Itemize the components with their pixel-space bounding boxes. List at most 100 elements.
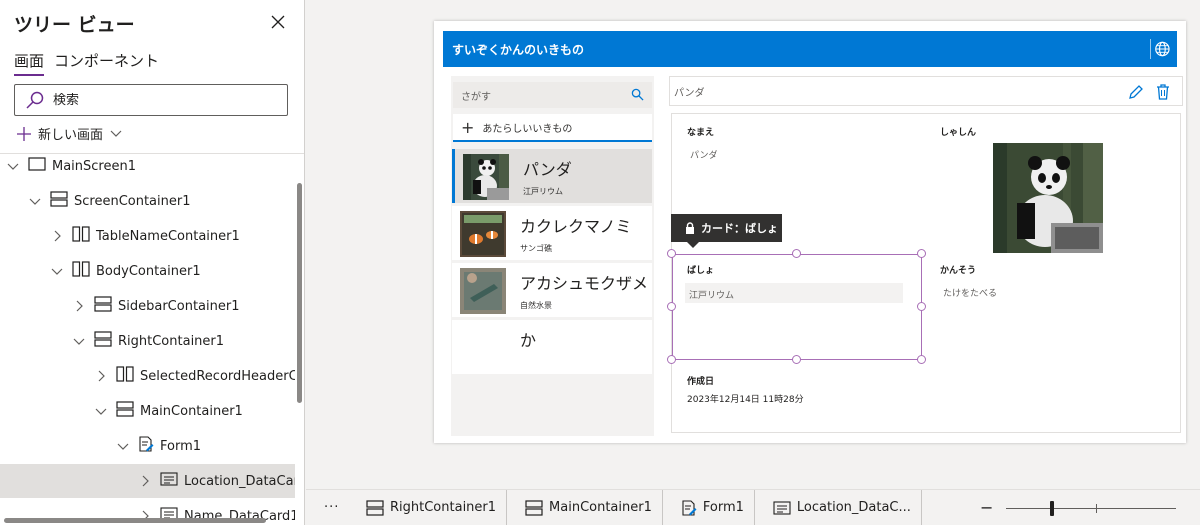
new-screen-label: 新しい画面 <box>38 128 104 143</box>
list-item-panda[interactable]: パンダ 江戸リウム <box>452 149 652 203</box>
tab-screens[interactable]: 画面 <box>14 50 45 76</box>
add-creature-label: あたらしいいきもの <box>482 123 573 135</box>
list-item-name: アカシュモクザメ <box>520 274 649 293</box>
plus-icon: + <box>461 117 475 137</box>
chevron-down-icon[interactable] <box>6 159 20 173</box>
card-tooltip: カード：ばしょ <box>671 214 782 248</box>
tree-node[interactable]: RightContainer1 <box>0 324 295 358</box>
resize-handle[interactable] <box>917 355 926 364</box>
shark-thumbnail <box>460 268 506 314</box>
breadcrumb-label: Form1 <box>702 500 744 515</box>
tree-node[interactable]: Form1 <box>0 429 295 463</box>
tree-search-box[interactable] <box>14 84 288 116</box>
resize-handle[interactable] <box>667 249 676 258</box>
name-label: なまえ <box>687 128 715 138</box>
tree-node-label: TableNameContainer1 <box>96 228 240 244</box>
close-icon[interactable] <box>268 12 288 32</box>
tree-node-label: RightContainer1 <box>118 333 225 349</box>
tree-node-label: BodyContainer1 <box>96 263 201 279</box>
datacard-icon <box>160 471 178 491</box>
resize-handle[interactable] <box>917 249 926 258</box>
breadcrumb-main-container[interactable]: MainContainer1 <box>507 489 663 525</box>
breadcrumb-datacard[interactable]: Location_DataC... <box>755 489 922 525</box>
list-item-location: サンゴ礁 <box>520 244 552 253</box>
selected-record-header: パンダ <box>669 76 1183 106</box>
tree-node-label: SidebarContainer1 <box>118 298 240 314</box>
zoom-out-button[interactable]: − <box>980 498 993 517</box>
tree-node[interactable]: SelectedRecordHeaderCon <box>0 359 295 393</box>
screen-icon <box>28 157 46 175</box>
tree-node[interactable]: SidebarContainer1 <box>0 289 295 323</box>
lock-icon <box>686 222 694 234</box>
tree-node-label: Location_DataCard1 <box>184 473 295 489</box>
form-icon <box>138 436 154 456</box>
list-item-location: 自然水景 <box>520 301 552 310</box>
tree-node[interactable]: MainContainer1 <box>0 394 295 428</box>
resize-handle[interactable] <box>917 302 926 311</box>
chevron-right-icon[interactable] <box>50 229 64 243</box>
list-item-clownfish[interactable]: カクレクマノミ サンゴ礁 <box>452 206 652 260</box>
tab-components[interactable]: コンポーネント <box>54 50 159 76</box>
globe-icon[interactable] <box>1150 39 1170 59</box>
tree-tabs: 画面 コンポーネント <box>14 50 159 76</box>
selected-datacard-outline[interactable] <box>672 254 922 360</box>
tree-node-label: SelectedRecordHeaderCon <box>140 368 295 384</box>
name-value[interactable]: パンダ <box>690 148 717 161</box>
tree-node[interactable]: Location_DataCard1 <box>0 464 295 498</box>
tree-node[interactable]: TableNameContainer1 <box>0 219 295 253</box>
zoom-slider-track[interactable] <box>1006 508 1176 509</box>
datacard-icon <box>773 500 791 515</box>
sidebar-search-field[interactable]: さがす <box>453 82 652 108</box>
breadcrumb-more-button[interactable]: ··· <box>324 500 348 515</box>
new-screen-button[interactable]: 新しい画面 <box>16 124 123 143</box>
vertical-scrollbar[interactable] <box>297 183 302 403</box>
chevron-right-icon[interactable] <box>138 474 152 488</box>
list-item-ka[interactable]: か <box>452 320 652 374</box>
horizontal-scrollbar[interactable] <box>4 518 266 523</box>
horizontal-container-icon <box>72 261 90 281</box>
tree-node-label: Form1 <box>160 438 202 454</box>
tree-search-input[interactable] <box>53 92 273 108</box>
add-creature-button[interactable]: + あたらしいいきもの <box>453 114 652 142</box>
panda-photo[interactable] <box>993 143 1103 253</box>
resize-handle[interactable] <box>667 302 676 311</box>
app-title: すいぞくかんのいきもの <box>452 42 585 57</box>
chevron-down-icon <box>110 130 122 137</box>
chevron-down-icon[interactable] <box>28 194 42 208</box>
comment-value[interactable]: たけをたべる <box>943 286 997 299</box>
plus-icon <box>17 126 31 141</box>
chevron-right-icon[interactable] <box>72 299 86 313</box>
breadcrumb-bar: ··· RightContainer1 MainContainer1 Form1… <box>306 489 1200 525</box>
resize-handle[interactable] <box>792 249 801 258</box>
resize-handle[interactable] <box>667 355 676 364</box>
list-item-name: か <box>520 331 537 350</box>
list-item-name: カクレクマノミ <box>520 217 632 236</box>
resize-handle[interactable] <box>792 355 801 364</box>
zoom-slider-thumb[interactable] <box>1050 501 1054 516</box>
chevron-down-icon[interactable] <box>72 334 86 348</box>
tree-node[interactable]: MainScreen1 <box>0 149 295 183</box>
created-label: 作成日 <box>687 377 715 387</box>
vertical-container-icon <box>116 401 134 421</box>
breadcrumb-form[interactable]: Form1 <box>663 489 755 525</box>
tree-node-label: MainContainer1 <box>140 403 243 419</box>
breadcrumb-right-container[interactable]: RightContainer1 <box>348 489 508 525</box>
chevron-down-icon[interactable] <box>94 404 108 418</box>
panda-thumbnail <box>463 154 509 200</box>
chevron-right-icon[interactable] <box>94 369 108 383</box>
vertical-container-icon <box>94 331 112 351</box>
vertical-container-icon <box>525 499 543 516</box>
trash-icon[interactable] <box>1156 84 1170 100</box>
tree-node[interactable]: ScreenContainer1 <box>0 184 295 218</box>
app-canvas: すいぞくかんのいきもの さがす + あたらしいいきもの パンダ 江戸リウム カク… <box>434 21 1186 443</box>
pencil-icon[interactable] <box>1128 84 1144 100</box>
chevron-down-icon[interactable] <box>50 264 64 278</box>
list-item-hammerhead[interactable]: アカシュモクザメ 自然水景 <box>452 263 652 317</box>
breadcrumb-label: Location_DataC... <box>796 500 911 515</box>
vertical-container-icon <box>94 296 112 316</box>
chevron-down-icon[interactable] <box>116 439 130 453</box>
search-icon[interactable] <box>631 88 644 101</box>
tree-view-title: ツリー ビュー <box>14 14 135 36</box>
app-header: すいぞくかんのいきもの <box>443 31 1177 67</box>
tree-node[interactable]: BodyContainer1 <box>0 254 295 288</box>
